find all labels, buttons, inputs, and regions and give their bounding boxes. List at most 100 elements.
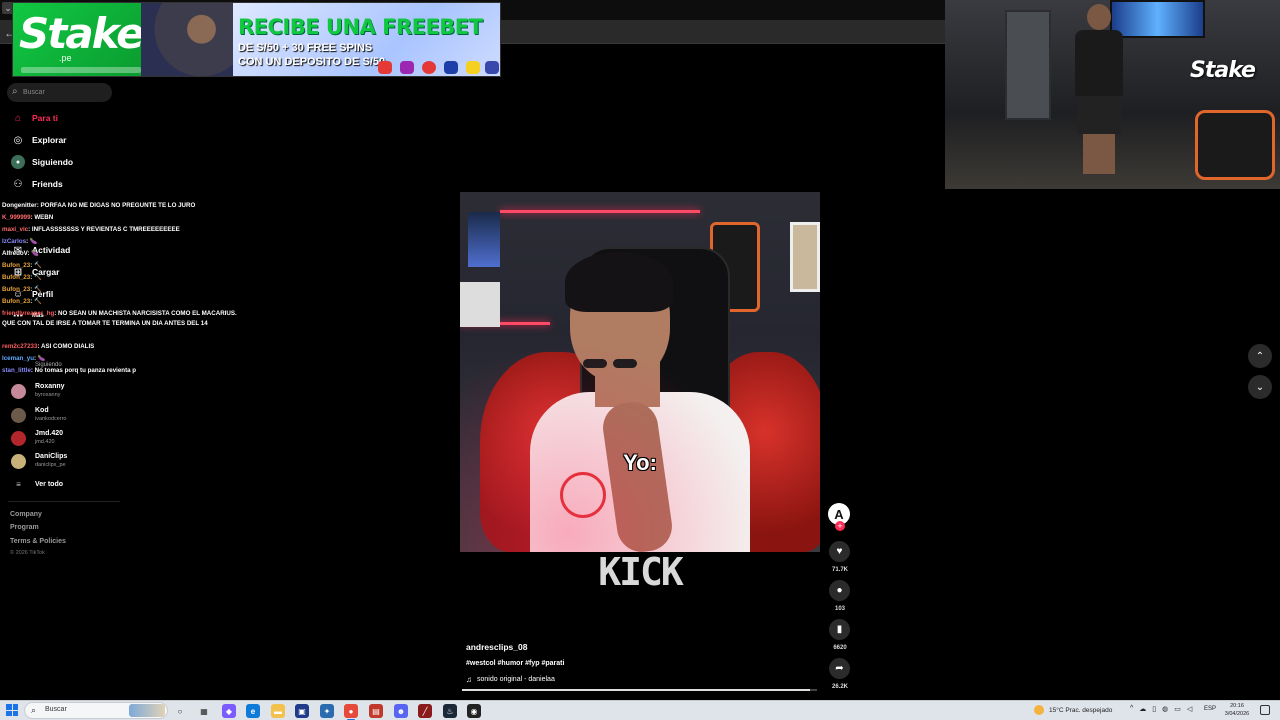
chevron-up-icon[interactable]: ^ bbox=[1130, 705, 1133, 713]
previous-video-button[interactable]: ⌃ bbox=[1248, 344, 1272, 368]
follow-plus-icon[interactable]: + bbox=[835, 521, 845, 531]
app-icon[interactable]: ╱ bbox=[418, 704, 432, 718]
search-input[interactable] bbox=[23, 85, 108, 100]
discord-icon[interactable]: ☻ bbox=[394, 704, 408, 718]
chat-user: Bufon_23 bbox=[2, 262, 31, 269]
cam-gaming-chair bbox=[1195, 110, 1275, 180]
taskbar-search-label: Buscar bbox=[45, 706, 67, 713]
comment-count: 103 bbox=[834, 606, 845, 612]
file-explorer-icon[interactable]: ▬ bbox=[271, 704, 285, 718]
obs-icon[interactable]: ◉ bbox=[467, 704, 481, 718]
share-icon: ➦ bbox=[835, 663, 844, 674]
chat-text: : 🍆 bbox=[27, 250, 39, 257]
taskbar-clock[interactable]: 20:16 3/04/2026 bbox=[1222, 702, 1252, 718]
steam-icon[interactable]: ♨ bbox=[443, 704, 457, 718]
cloud-icon[interactable]: ☁ bbox=[1139, 705, 1146, 713]
cam-door bbox=[1005, 10, 1051, 120]
nav-para-ti[interactable]: ⌂ Para ti bbox=[11, 110, 58, 126]
account-handle: jmd.420 bbox=[35, 439, 55, 445]
comment-icon: ● bbox=[836, 585, 843, 596]
nav-friends[interactable]: ⚇ Friends bbox=[11, 176, 63, 192]
chat-text: : 🔨 bbox=[30, 298, 42, 305]
chat-user: K_999999 bbox=[2, 214, 31, 221]
followed-account[interactable]: Kod ivankodcerro bbox=[11, 405, 67, 425]
video-caption-overlay: Yo: bbox=[623, 450, 657, 475]
chat-user: AlfredoV bbox=[2, 250, 28, 257]
widgets-icon[interactable]: ▦ bbox=[197, 704, 211, 718]
followed-account[interactable]: Jmd.420 jmd.420 bbox=[11, 428, 63, 448]
chat-message: maxi_vic: INFLASSSSSSS Y REVIENTAS C TMR… bbox=[2, 224, 180, 236]
streamer-head bbox=[1087, 4, 1111, 30]
app-icon[interactable]: ✦ bbox=[320, 704, 334, 718]
language-indicator[interactable]: ESP bbox=[1204, 706, 1216, 712]
like-button[interactable]: ♥ bbox=[829, 541, 850, 562]
chat-message: Bufon_23: 🔨 bbox=[2, 296, 42, 308]
nav-label: Para ti bbox=[32, 113, 58, 123]
fruit-icon bbox=[422, 61, 436, 74]
volume-icon[interactable]: ◁ bbox=[1187, 705, 1192, 713]
chrome-icon[interactable]: ● bbox=[344, 704, 358, 720]
mic-icon[interactable]: ▯ bbox=[1152, 705, 1156, 713]
webcam-stake-logo: Stake bbox=[1190, 58, 1256, 83]
footer-program[interactable]: Program bbox=[10, 524, 39, 531]
compass-icon: ◎ bbox=[13, 134, 23, 146]
next-video-button[interactable]: ⌄ bbox=[1248, 375, 1272, 399]
video-hashtags[interactable]: #westcol #humor #fyp #parati bbox=[466, 660, 564, 667]
video-player[interactable]: Yo: bbox=[460, 192, 820, 552]
recorder-icon[interactable]: ▤ bbox=[369, 704, 383, 718]
video-progress-bar[interactable] bbox=[462, 689, 817, 691]
nav-siguiendo[interactable]: ● Siguiendo bbox=[11, 154, 73, 170]
see-all-link[interactable]: ≡ Ver todo bbox=[11, 474, 63, 494]
streamer-torso bbox=[1075, 30, 1123, 96]
avatar bbox=[11, 383, 26, 399]
windows-start-icon[interactable] bbox=[6, 704, 18, 716]
share-button[interactable]: ➦ bbox=[829, 658, 850, 679]
banner-fine-print bbox=[21, 67, 141, 73]
chat-user: stan_little bbox=[2, 367, 31, 374]
comment-button[interactable]: ● bbox=[829, 580, 850, 601]
chat-user: friendlyreaper_hg bbox=[2, 310, 55, 317]
chat-user: Dongenitter bbox=[2, 202, 37, 209]
heart-icon: ♥ bbox=[836, 546, 843, 557]
chat-user: rem2c27233 bbox=[2, 343, 38, 350]
clock-time: 20:16 bbox=[1230, 703, 1244, 709]
nav-label: Friends bbox=[32, 179, 63, 189]
fruit-icon bbox=[400, 61, 414, 74]
chat-text: : 🍆 bbox=[26, 238, 38, 245]
edge-icon[interactable]: e bbox=[246, 704, 260, 718]
nav-explorar[interactable]: ◎ Explorar bbox=[11, 132, 67, 148]
taskbar-search[interactable]: ⌕ Buscar bbox=[24, 702, 168, 719]
banner-offer-text: DE S/50 + 30 FREE SPINS CON UN DEPOSITO … bbox=[238, 42, 386, 68]
search-icon: ⌕ bbox=[31, 705, 37, 715]
footer-company[interactable]: Company bbox=[10, 511, 42, 518]
video-author[interactable]: andresclips_08 bbox=[466, 642, 527, 652]
friends-icon: ⚇ bbox=[13, 178, 23, 190]
see-all-label: Ver todo bbox=[35, 480, 64, 488]
footer-terms[interactable]: Terms & Policies bbox=[10, 538, 66, 545]
followed-account[interactable]: DaniClips daniclips_pe bbox=[11, 451, 67, 471]
store-icon[interactable]: ▣ bbox=[295, 704, 309, 718]
chat-text: : WEBN bbox=[30, 214, 54, 221]
steam-tray-icon[interactable]: ◍ bbox=[1162, 705, 1168, 713]
chat-text: : INFLASSSSSSS Y REVIENTAS C TMREEEEEEEE… bbox=[28, 226, 180, 233]
copilot-icon[interactable]: ◆ bbox=[222, 704, 236, 718]
chat-user: maxi_vic bbox=[2, 226, 29, 233]
task-view-icon[interactable]: ○ bbox=[173, 704, 187, 718]
following-icon: ● bbox=[11, 155, 25, 169]
network-icon[interactable]: ▭ bbox=[1174, 705, 1181, 713]
notification-icon[interactable] bbox=[1260, 705, 1270, 715]
kick-watermark: KICK bbox=[598, 550, 684, 594]
banner-headline: RECIBE UNA FREEBET bbox=[238, 15, 483, 39]
taskbar-weather[interactable]: 15°C Prac. despejado bbox=[1034, 705, 1112, 715]
share-count: 26.2K bbox=[831, 684, 848, 690]
video-sound[interactable]: ♫ sonido original - danielaa bbox=[466, 675, 555, 684]
fruit-icon bbox=[466, 61, 480, 74]
system-tray[interactable]: ^ ☁ ▯ ◍ ▭ ◁ bbox=[1130, 705, 1192, 713]
search-bar[interactable]: ⌕ bbox=[7, 83, 112, 102]
avatar bbox=[11, 453, 26, 469]
followed-account[interactable]: Roxanny byroxanny bbox=[11, 381, 65, 401]
save-button[interactable]: ▮ bbox=[829, 619, 850, 640]
stake-ad-banner[interactable]: Stake .pe RECIBE UNA FREEBET DE S/50 + 3… bbox=[12, 2, 501, 77]
search-highlight-image bbox=[129, 704, 165, 717]
chat-user: Bufon_23 bbox=[2, 286, 31, 293]
